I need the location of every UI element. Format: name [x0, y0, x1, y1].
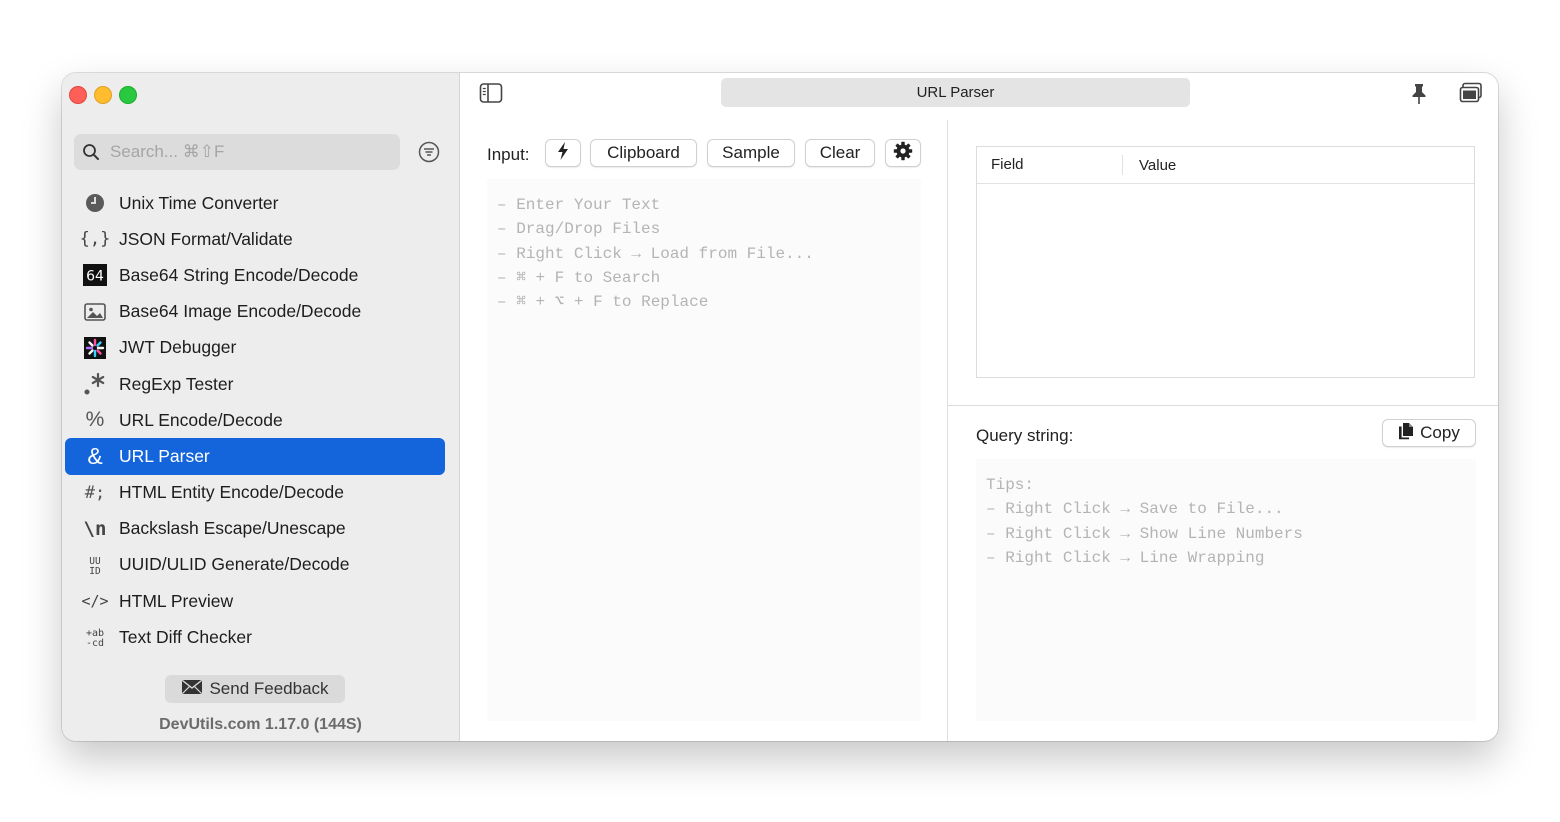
query-output-editor[interactable]: Tips: – Right Click → Save to File... – …	[976, 459, 1476, 721]
image-icon	[82, 300, 108, 324]
sidebar-item-regexp-tester[interactable]: RegExp Tester	[65, 366, 445, 402]
clear-button[interactable]: Clear	[805, 139, 875, 167]
sidebar-item-partial[interactable]: ←	[65, 655, 445, 665]
tips-line: – Right Click → Line Wrapping	[986, 548, 1265, 567]
svg-text:64: 64	[86, 269, 104, 285]
sidebar-item-html-preview[interactable]: </> HTML Preview	[65, 583, 445, 619]
send-feedback-label: Send Feedback	[209, 679, 329, 698]
sidebar-item-label: Base64 Image Encode/Decode	[119, 301, 362, 322]
filter-icon[interactable]	[417, 140, 441, 164]
app-window: Unix Time Converter {,} JSON Format/Vali…	[62, 73, 1498, 741]
copy-icon	[1398, 422, 1414, 445]
window-mode-icon[interactable]	[1459, 82, 1485, 106]
sidebar-item-backslash-escape[interactable]: \n Backslash Escape/Unescape	[65, 511, 445, 547]
placeholder-line: – Right Click → Load from File...	[497, 244, 814, 263]
placeholder-line: – Enter Your Text	[497, 196, 661, 214]
sidebar-item-url-encode-decode[interactable]: % URL Encode/Decode	[65, 402, 445, 438]
query-string-label: Query string:	[976, 426, 1074, 445]
backslash-n-icon: \n	[83, 517, 107, 540]
base64-icon: 64	[82, 263, 108, 287]
column-header-value[interactable]: Value	[1123, 157, 1176, 174]
regex-icon	[82, 372, 108, 396]
ampersand-icon: &	[87, 442, 103, 469]
sidebar: Unix Time Converter {,} JSON Format/Vali…	[62, 73, 460, 741]
sidebar-item-label: UUID/ULID Generate/Decode	[119, 554, 350, 575]
sidebar-item-unix-time-converter[interactable]: Unix Time Converter	[65, 185, 445, 221]
diff-icon: +ab -cd	[82, 625, 108, 649]
sidebar-item-label: HTML Entity Encode/Decode	[119, 482, 345, 503]
minimize-window-button[interactable]	[94, 86, 112, 104]
sidebar-item-label: Text Diff Checker	[119, 626, 252, 647]
input-label: Input:	[487, 145, 530, 164]
zoom-window-button[interactable]	[119, 86, 137, 104]
sidebar-item-html-entity[interactable]: #; HTML Entity Encode/Decode	[65, 475, 445, 511]
code-tag-icon: </>	[81, 592, 109, 611]
sidebar-item-base64-image[interactable]: Base64 Image Encode/Decode	[65, 294, 445, 330]
placeholder-line: – ⌘ + ⌥ + F to Replace	[497, 293, 709, 312]
version-label: DevUtils.com 1.17.0 (144S)	[159, 716, 362, 733]
placeholder-line: – Drag/Drop Files	[497, 220, 661, 239]
sidebar-item-json-format-validate[interactable]: {,} JSON Format/Validate	[65, 221, 445, 257]
gear-icon	[893, 141, 913, 166]
copy-label: Copy	[1420, 423, 1460, 442]
search-input[interactable]	[108, 141, 382, 163]
clipboard-button[interactable]: Clipboard	[590, 139, 697, 167]
input-placeholder: – Enter Your Text – Drag/Drop Files – Ri…	[487, 179, 921, 328]
window-title: URL Parser	[721, 78, 1190, 107]
placeholder-line: – ⌘ + F to Search	[497, 268, 661, 287]
sidebar-item-label: HTML Preview	[119, 590, 234, 611]
sidebar-item-label: Base64 String Encode/Decode	[119, 264, 359, 285]
sidebar-item-label: Backslash Escape/Unescape	[119, 518, 346, 539]
uuid-icon: UU ID	[82, 553, 108, 577]
sidebar-item-text-diff[interactable]: +ab -cd Text Diff Checker	[65, 619, 445, 655]
split-divider[interactable]	[948, 405, 1498, 406]
table-header: Field Value	[977, 147, 1474, 184]
clock-icon	[82, 191, 108, 215]
sidebar-item-label: URL Encode/Decode	[119, 409, 283, 430]
send-feedback-button[interactable]: Send Feedback	[165, 675, 345, 703]
copy-button[interactable]: Copy	[1382, 419, 1476, 447]
close-window-button[interactable]	[69, 86, 87, 104]
input-editor[interactable]: – Enter Your Text – Drag/Drop Files – Ri…	[487, 179, 921, 721]
sidebar-item-base64-string[interactable]: 64 Base64 String Encode/Decode	[65, 257, 445, 293]
tips-line: – Right Click → Save to File...	[986, 500, 1284, 519]
tool-list: Unix Time Converter {,} JSON Format/Vali…	[65, 185, 445, 665]
svg-text:ID: ID	[89, 566, 101, 576]
sidebar-item-label: JSON Format/Validate	[119, 228, 293, 249]
lightning-icon	[557, 141, 569, 165]
pin-icon[interactable]	[1408, 82, 1432, 106]
sidebar-item-label: RegExp Tester	[119, 373, 234, 394]
braces-icon: {,}	[79, 229, 111, 250]
sidebar-item-label: Unix Time Converter	[119, 192, 279, 213]
sidebar-item-uuid-ulid[interactable]: UU ID UUID/ULID Generate/Decode	[65, 547, 445, 583]
hash-semicolon-icon: #;	[84, 482, 106, 503]
output-tips: Tips: – Right Click → Save to File... – …	[976, 459, 1476, 584]
jwt-icon	[82, 336, 108, 360]
sample-button[interactable]: Sample	[707, 139, 795, 167]
settings-button[interactable]	[885, 139, 921, 167]
sidebar-item-url-parser[interactable]: & URL Parser	[65, 438, 445, 475]
search-icon	[74, 143, 108, 161]
sidebar-item-label: URL Parser	[119, 445, 210, 466]
sidebar-item-label: JWT Debugger	[119, 337, 237, 358]
search-box[interactable]	[74, 134, 400, 170]
sidebar-item-jwt-debugger[interactable]: JWT Debugger	[65, 330, 445, 366]
result-table[interactable]: Field Value	[976, 146, 1475, 378]
arrow-icon: ←	[82, 655, 108, 665]
column-header-field[interactable]: Field	[977, 155, 1123, 175]
window-controls	[69, 86, 137, 104]
svg-text:-cd: -cd	[86, 638, 104, 648]
auto-detect-button[interactable]	[545, 139, 581, 167]
pane-divider[interactable]	[947, 120, 948, 741]
tips-line: – Right Click → Show Line Numbers	[986, 524, 1303, 543]
percent-icon: %	[85, 408, 105, 432]
tips-line: Tips:	[986, 476, 1035, 494]
envelope-icon	[181, 679, 203, 700]
sidebar-toggle-icon[interactable]	[479, 82, 503, 106]
